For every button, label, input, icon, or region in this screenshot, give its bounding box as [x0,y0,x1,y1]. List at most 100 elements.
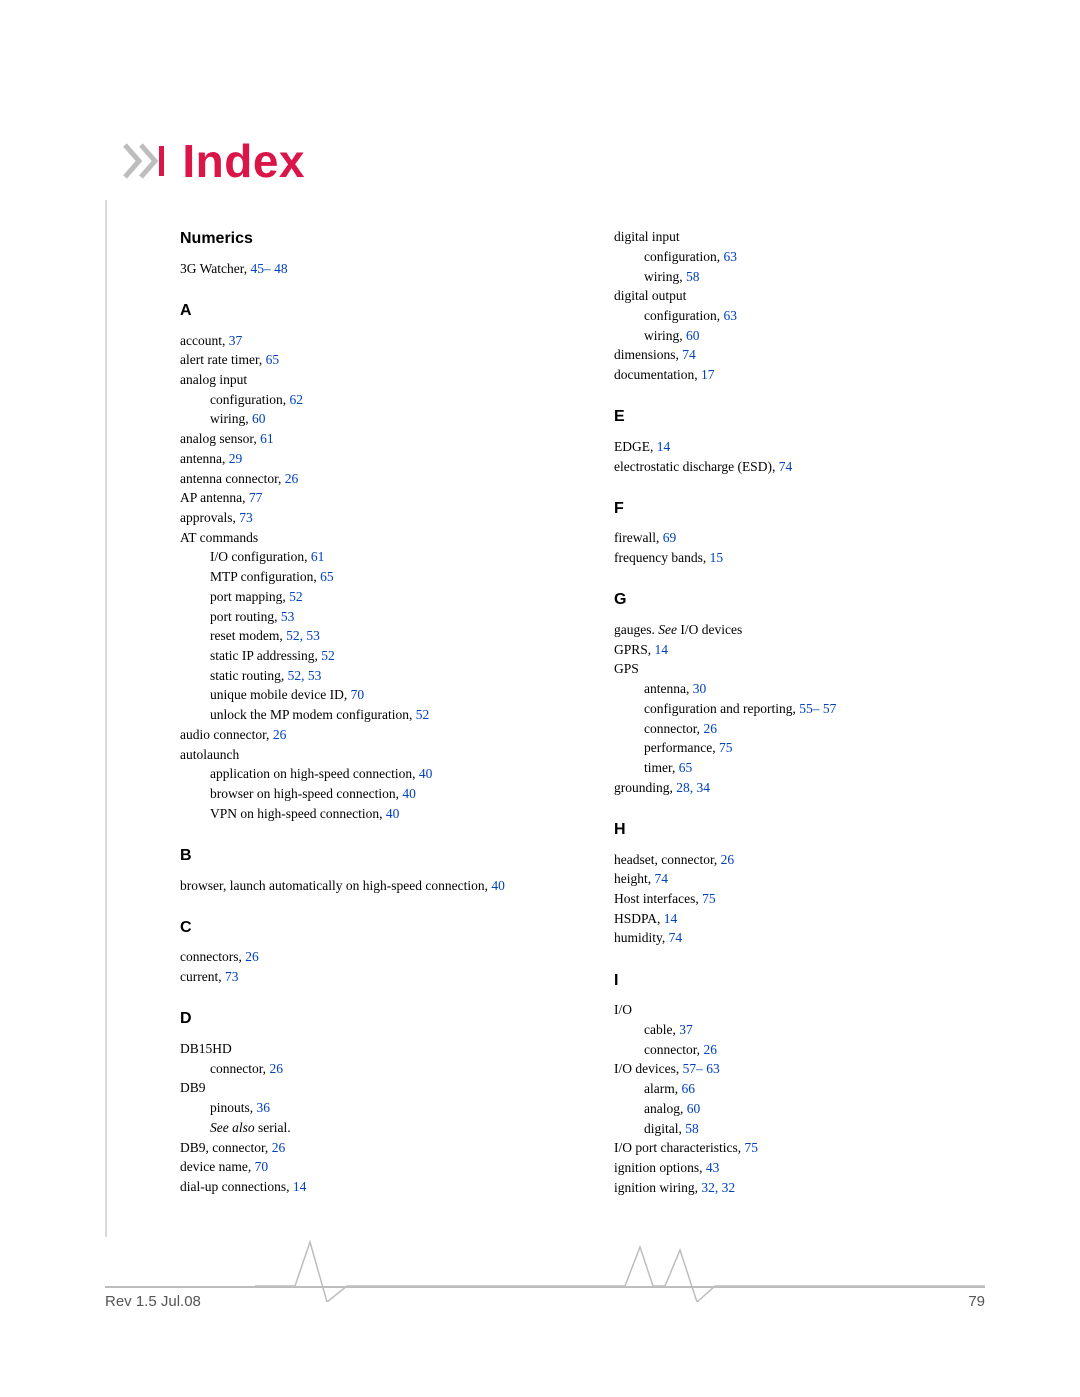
index-entry: DB9 [180,1079,566,1097]
page-ref[interactable]: 29 [225,451,242,466]
index-entry: application on high-speed connection, 40 [210,765,566,783]
page-ref[interactable]: 15 [706,550,723,565]
index-entry: GPS [614,660,1000,678]
page-ref[interactable]: 17 [698,367,715,382]
page-ref[interactable]: 37 [225,333,242,348]
index-entry: grounding, 28, 34 [614,779,1000,797]
index-entry: port routing, 53 [210,608,566,626]
page-ref[interactable]: 74 [665,930,682,945]
index-entry: browser on high-speed connection, 40 [210,785,566,803]
index-entry: analog input [180,371,566,389]
page-ref[interactable]: 58 [683,269,700,284]
page-ref[interactable]: 75 [741,1140,758,1155]
page-ref[interactable]: 40 [488,878,505,893]
page-ref[interactable]: 26 [266,1061,283,1076]
index-entry: humidity, 74 [614,929,1000,947]
index-letter: E [614,406,1000,428]
page-ref[interactable]: 52, 53 [283,628,320,643]
page-ref[interactable]: 14 [651,642,668,657]
page-ref[interactable]: 14 [289,1179,306,1194]
page-ref[interactable]: 40 [415,766,432,781]
index-entry: device name, 70 [180,1158,566,1176]
page-ref[interactable]: 77 [245,490,262,505]
page-ref[interactable]: 40 [399,786,416,801]
page-ref[interactable]: 52 [412,707,429,722]
page-ref[interactable]: 66 [678,1081,695,1096]
index-entry: digital output [614,287,1000,305]
footer: Rev 1.5 Jul.08 79 [105,1232,985,1312]
index-entry: height, 74 [614,870,1000,888]
index-entry: timer, 65 [644,759,1000,777]
page-ref[interactable]: 60 [683,1101,700,1116]
page-ref[interactable]: 60 [249,411,266,426]
page-ref[interactable]: 37 [676,1022,693,1037]
index-entry: connector, 26 [210,1060,566,1078]
index-columns: Numerics3G Watcher, 45– 48Aaccount, 37al… [180,228,1000,1198]
page-ref[interactable]: 65 [675,760,692,775]
page-ref[interactable]: 70 [347,687,364,702]
page-ref[interactable]: 61 [307,549,324,564]
index-entry: connector, 26 [644,720,1000,738]
page-ref[interactable]: 36 [253,1100,270,1115]
page-ref[interactable]: 52 [318,648,335,663]
page-ref[interactable]: 28, 34 [673,780,710,795]
index-entry: I/O configuration, 61 [210,548,566,566]
page-ref[interactable]: 63 [720,308,737,323]
page-ref[interactable]: 61 [257,431,274,446]
page-ref[interactable]: 52, 53 [284,668,321,683]
index-entry: antenna connector, 26 [180,470,566,488]
page-ref[interactable]: 55– 57 [796,701,837,716]
index-entry: cable, 37 [644,1021,1000,1039]
page-ref[interactable]: 26 [242,949,259,964]
index-entry: current, 73 [180,968,566,986]
page-ref[interactable]: 62 [286,392,303,407]
index-entry: alert rate timer, 65 [180,351,566,369]
page-ref[interactable]: 69 [659,530,676,545]
index-entry: HSDPA, 14 [614,910,1000,928]
page-ref[interactable]: 14 [660,911,677,926]
index-entry: analog, 60 [644,1100,1000,1118]
page-ref[interactable]: 26 [281,471,298,486]
page-ref[interactable]: 73 [236,510,253,525]
page-ref[interactable]: 57– 63 [679,1061,720,1076]
page-ref[interactable]: 45– 48 [247,261,288,276]
index-entry: antenna, 29 [180,450,566,468]
page-ref[interactable]: 40 [382,806,399,821]
page-ref[interactable]: 74 [679,347,696,362]
page-ref[interactable]: 70 [251,1159,268,1174]
index-entry: dial-up connections, 14 [180,1178,566,1196]
index-entry: EDGE, 14 [614,438,1000,456]
page-ref[interactable]: 26 [717,852,734,867]
page-ref[interactable]: 58 [682,1121,699,1136]
page-ref[interactable]: 75 [699,891,716,906]
page-ref[interactable]: 30 [689,681,706,696]
page-ref[interactable]: 32, 32 [698,1180,735,1195]
index-entry: wiring, 60 [210,410,566,428]
page-ref[interactable]: 26 [268,1140,285,1155]
page-ref[interactable]: 53 [278,609,295,624]
page-ref[interactable]: 60 [683,328,700,343]
page-ref[interactable]: 26 [269,727,286,742]
page-ref[interactable]: 65 [317,569,334,584]
index-entry: configuration and reporting, 55– 57 [644,700,1000,718]
index-entry: frequency bands, 15 [614,549,1000,567]
page-ref[interactable]: 14 [653,439,670,454]
page-ref[interactable]: 43 [703,1160,720,1175]
page-ref[interactable]: 74 [651,871,668,886]
page-ref[interactable]: 52 [286,589,303,604]
index-entry: digital input [614,228,1000,246]
page-ref[interactable]: 26 [700,721,717,736]
index-entry: GPRS, 14 [614,641,1000,659]
page-ref[interactable]: 74 [775,459,792,474]
page-ref[interactable]: 73 [222,969,239,984]
page: Index Numerics3G Watcher, 45– 48Aaccount… [0,0,1080,1397]
index-entry: autolaunch [180,746,566,764]
index-letter: B [180,845,566,867]
page-title: Index [182,130,305,192]
page-ref[interactable]: 26 [700,1042,717,1057]
index-letter: F [614,498,1000,520]
page-ref[interactable]: 63 [720,249,737,264]
page-ref[interactable]: 65 [262,352,279,367]
page-ref[interactable]: 75 [716,740,733,755]
index-entry: browser, launch automatically on high‑sp… [180,877,566,895]
